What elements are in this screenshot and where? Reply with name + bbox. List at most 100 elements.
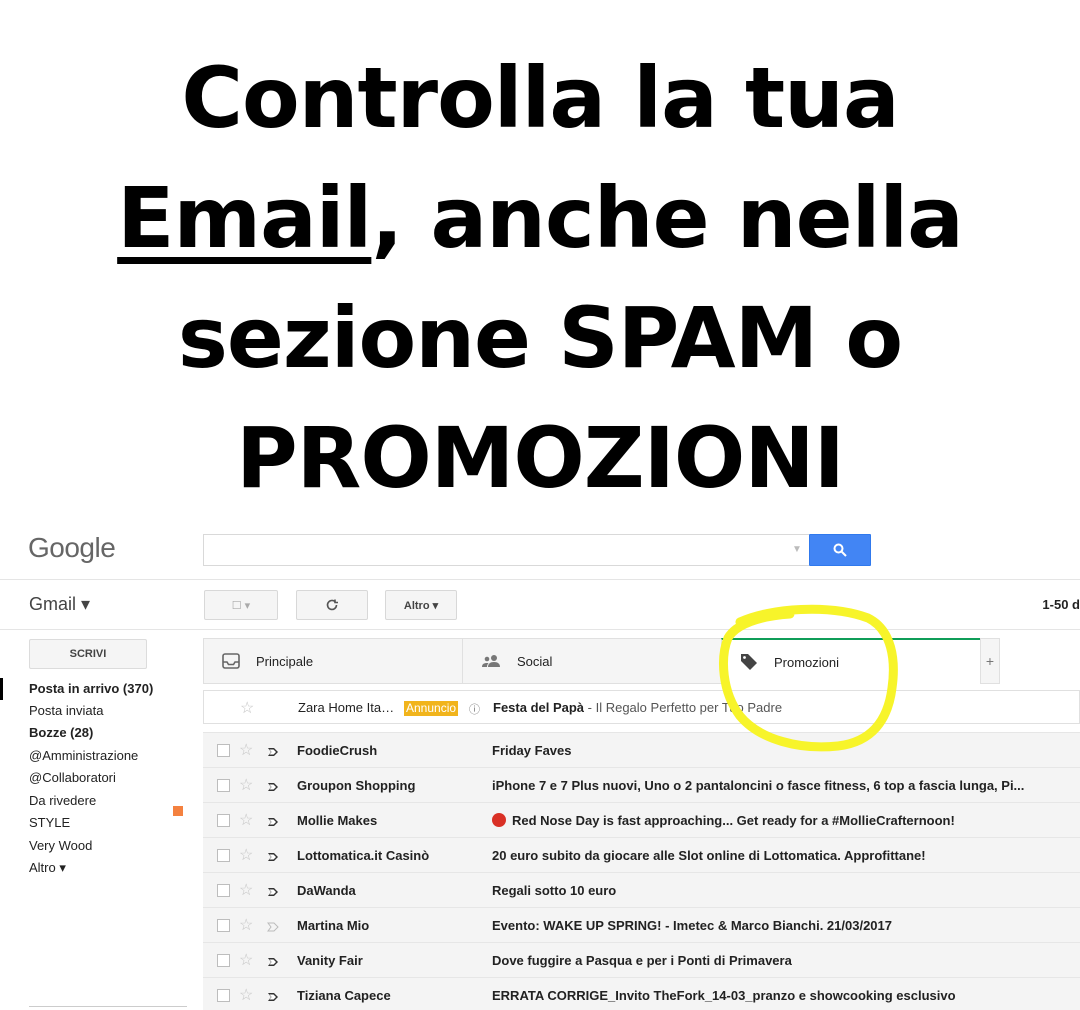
headline: Controlla la tua Email, anche nella sezi… xyxy=(0,38,1080,518)
folder-more[interactable]: Altro ▾ xyxy=(29,857,66,879)
row-checkbox[interactable] xyxy=(217,814,230,827)
search-button[interactable] xyxy=(809,534,871,566)
select-checkbox-button[interactable]: ☐ ▾ xyxy=(204,590,278,620)
people-icon xyxy=(481,654,501,668)
red-circle-emoji-icon xyxy=(492,813,506,827)
email-subject-line: iPhone 7 e 7 Plus nuovi, Uno o 2 pantalo… xyxy=(492,778,1052,793)
email-row[interactable]: ☆ FoodieCrush Friday Faves xyxy=(203,732,1080,767)
email-sender: Mollie Makes xyxy=(297,813,378,828)
star-icon[interactable]: ☆ xyxy=(239,810,253,830)
email-row[interactable]: ☆ Groupon Shopping iPhone 7 e 7 Plus nuovi… xyxy=(203,767,1080,802)
row-checkbox[interactable] xyxy=(217,989,230,1002)
tab-promozioni[interactable]: Promozioni xyxy=(721,638,981,684)
folder-collaboratori[interactable]: @Collaboratori xyxy=(29,767,116,789)
email-sender: FoodieCrush xyxy=(297,743,378,758)
email-sender: Lottomatica.it Casinò xyxy=(297,848,430,863)
star-icon[interactable]: ☆ xyxy=(239,880,253,900)
sidebar-divider xyxy=(29,1006,187,1007)
top-bar: Google ▼ xyxy=(0,520,1080,580)
important-marker-icon[interactable] xyxy=(267,780,279,795)
star-icon[interactable]: ☆ xyxy=(239,915,253,935)
refresh-button[interactable] xyxy=(296,590,368,620)
email-subject: ERRATA CORRIGE_Invito TheFork_14-03_pran… xyxy=(492,988,956,1003)
email-subject-line: ERRATA CORRIGE_Invito TheFork_14-03_pran… xyxy=(492,988,1052,1003)
folder-very-wood[interactable]: Very Wood xyxy=(29,835,92,857)
row-checkbox[interactable] xyxy=(217,779,230,792)
headline-line-2-rest: , anche nella xyxy=(371,169,963,267)
important-marker-icon[interactable] xyxy=(267,990,279,1005)
email-subject-line: Evento: WAKE UP SPRING! - Imetec & Marco… xyxy=(492,918,1052,933)
important-marker-icon[interactable] xyxy=(267,955,279,970)
email-sender: Martina Mio xyxy=(297,918,370,933)
email-subject: Friday Faves xyxy=(492,743,572,758)
email-subject: Dove fuggire a Pasqua e per i Ponti di P… xyxy=(492,953,792,968)
email-row[interactable]: ☆ Martina Mio Evento: WAKE UP SPRING! - Im… xyxy=(203,907,1080,942)
tab-promozioni-label: Promozioni xyxy=(774,654,840,670)
category-tabs: Principale Social Promozioni + xyxy=(203,638,1080,684)
search-options-caret-icon[interactable]: ▼ xyxy=(792,544,802,555)
important-marker-icon[interactable] xyxy=(267,850,279,865)
gmail-app-menu[interactable]: Gmail ▾ xyxy=(29,594,90,615)
ad-subject-line: Festa del Papà - Il Regalo Perfetto per … xyxy=(493,700,782,715)
row-checkbox[interactable] xyxy=(217,919,230,932)
email-subject-line: Red Nose Day is fast approaching... Get … xyxy=(492,813,1052,828)
refresh-icon xyxy=(326,599,338,611)
email-sender: Vanity Fair xyxy=(297,953,363,968)
google-logo: Google xyxy=(28,532,116,563)
important-marker-empty-icon[interactable] xyxy=(267,920,279,935)
headline-email-word: Email xyxy=(117,169,372,267)
sidebar: SCRIVI Posta in arrivo (370) Posta invia… xyxy=(0,630,190,1010)
ad-sender: Zara Home Ita… xyxy=(298,700,395,715)
email-row[interactable]: ☆ Tiziana Capece ERRATA CORRIGE_Invito The… xyxy=(203,977,1080,1010)
row-checkbox[interactable] xyxy=(217,744,230,757)
headline-line-2: Email, anche nella xyxy=(0,158,1080,278)
tab-principale[interactable]: Principale xyxy=(203,638,463,684)
search-input[interactable] xyxy=(203,534,809,566)
label-color-swatch xyxy=(173,806,183,816)
email-row[interactable]: ☆ DaWanda Regali sotto 10 euro xyxy=(203,872,1080,907)
email-subject-line: Regali sotto 10 euro xyxy=(492,883,1052,898)
email-subject: iPhone 7 e 7 Plus nuovi, Uno o 2 pantalo… xyxy=(492,778,1025,793)
folder-drafts[interactable]: Bozze (28) xyxy=(29,722,93,744)
important-marker-icon[interactable] xyxy=(267,745,279,760)
star-icon[interactable]: ☆ xyxy=(239,985,253,1005)
email-subject-line: 20 euro subito da giocare alle Slot onli… xyxy=(492,848,1052,863)
star-icon[interactable]: ☆ xyxy=(239,740,253,760)
ad-subject: Festa del Papà xyxy=(493,700,585,715)
star-icon[interactable]: ☆ xyxy=(239,845,253,865)
tab-principale-label: Principale xyxy=(256,653,314,669)
folder-da-rivedere[interactable]: Da rivedere xyxy=(29,790,96,812)
email-row[interactable]: ☆ Mollie Makes Red Nose Day is fast approa… xyxy=(203,802,1080,837)
email-sender: Groupon Shopping xyxy=(297,778,416,793)
star-icon[interactable]: ☆ xyxy=(239,775,253,795)
folder-style[interactable]: STYLE xyxy=(29,812,70,834)
search-icon xyxy=(833,543,847,557)
folder-inbox[interactable]: Posta in arrivo (370) xyxy=(29,678,153,700)
ad-row[interactable]: ☆ Zara Home Ita… Annuncio ⓘ Festa del Pa… xyxy=(203,690,1080,724)
email-row[interactable]: ☆ Lottomatica.it Casinò 20 euro subito da … xyxy=(203,837,1080,872)
tab-social-label: Social xyxy=(517,653,553,669)
important-marker-icon[interactable] xyxy=(267,885,279,900)
star-icon[interactable]: ☆ xyxy=(240,698,254,718)
folder-amministrazione[interactable]: @Amministrazione xyxy=(29,745,138,767)
headline-line-4: PROMOZIONI xyxy=(236,409,845,507)
email-sender: Tiziana Capece xyxy=(297,988,391,1003)
row-checkbox[interactable] xyxy=(217,849,230,862)
compose-button[interactable]: SCRIVI xyxy=(29,639,147,669)
toolbar: Gmail ▾ ☐ ▾ Altro ▾ 1-50 d xyxy=(0,580,1080,630)
folder-sent[interactable]: Posta inviata xyxy=(29,700,103,722)
pagination: 1-50 d xyxy=(1042,597,1080,612)
active-folder-indicator xyxy=(0,678,3,700)
row-checkbox[interactable] xyxy=(217,954,230,967)
add-tab-button[interactable]: + xyxy=(980,638,1000,684)
more-button[interactable]: Altro ▾ xyxy=(385,590,457,620)
email-subject: Red Nose Day is fast approaching... Get … xyxy=(512,813,955,828)
star-icon[interactable]: ☆ xyxy=(239,950,253,970)
info-icon[interactable]: ⓘ xyxy=(469,701,480,717)
inbox-icon xyxy=(222,653,240,669)
headline-line-1: Controlla la tua xyxy=(181,49,899,147)
row-checkbox[interactable] xyxy=(217,884,230,897)
important-marker-icon[interactable] xyxy=(267,815,279,830)
email-row[interactable]: ☆ Vanity Fair Dove fuggire a Pasqua e per … xyxy=(203,942,1080,977)
tab-social[interactable]: Social xyxy=(462,638,722,684)
